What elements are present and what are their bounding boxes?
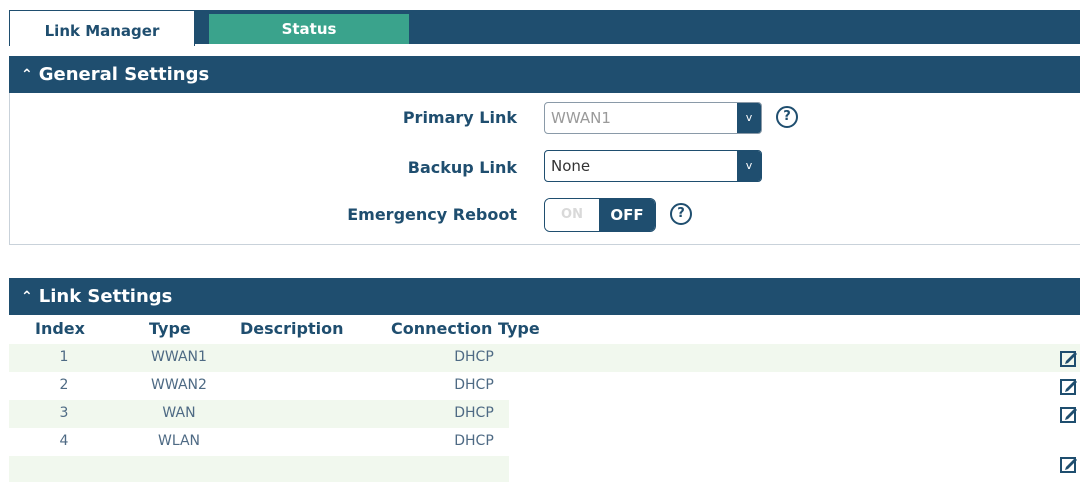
cell-connection-type: DHCP [454,377,494,393]
question-circle-icon[interactable]: ? [776,106,798,128]
edit-icon[interactable] [1060,455,1078,473]
cell-index: 4 [59,433,69,449]
chevron-down-icon: v [737,103,761,133]
link-settings-header[interactable]: ⌃ Link Settings [9,278,1080,315]
cell-type: WWAN1 [151,349,207,365]
cell-type: WLAN [157,433,200,449]
general-settings-title: General Settings [38,64,210,85]
backup-link-select[interactable]: None v [544,150,762,182]
primary-link-value: WWAN1 [551,109,611,127]
cell-index: 1 [59,349,69,365]
question-circle-icon[interactable]: ? [670,203,692,225]
primary-link-select[interactable]: WWAN1 v [544,102,762,134]
table-row: 1 WWAN1 DHCP [9,344,1080,372]
chevron-down-icon: v [737,151,761,181]
cell-connection-type: DHCP [454,349,494,365]
table-row: 4 WLAN DHCP [9,428,1080,456]
edit-icon[interactable] [1060,377,1078,395]
toggle-on-label: ON [545,199,599,231]
backup-link-label: Backup Link [407,158,517,177]
column-header-index: Index [35,319,85,338]
column-header-type: Type [149,319,191,338]
link-settings-title: Link Settings [38,286,173,307]
row-stripe [9,456,509,482]
cell-connection-type: DHCP [454,405,494,421]
tab-bar: Link Manager Status [9,10,1080,46]
tab-link-manager[interactable]: Link Manager [9,10,195,46]
cell-index: 2 [59,377,69,393]
tab-status[interactable]: Status [209,14,409,44]
cell-connection-type: DHCP [454,433,494,449]
edit-icon[interactable] [1060,405,1078,423]
general-settings-header[interactable]: ⌃ General Settings [9,56,1080,93]
table-row: 3 WAN DHCP [9,400,509,428]
edit-icon[interactable] [1060,349,1078,367]
toggle-off-label: OFF [599,199,655,231]
emergency-reboot-toggle[interactable]: ON OFF [544,198,656,232]
chevron-up-icon: ⌃ [21,289,33,305]
cell-type: WAN [162,405,196,421]
emergency-reboot-label: Emergency Reboot [347,205,517,224]
backup-link-value: None [551,157,591,175]
column-header-description: Description [240,319,344,338]
column-header-connection-type: Connection Type [391,319,540,338]
table-row: 2 WWAN2 DHCP [9,372,1080,400]
primary-link-label: Primary Link [402,108,517,127]
cell-index: 3 [59,405,69,421]
cell-type: WWAN2 [151,377,207,393]
chevron-up-icon: ⌃ [21,67,33,83]
link-table-header: Index Type Description Connection Type [9,315,1080,344]
